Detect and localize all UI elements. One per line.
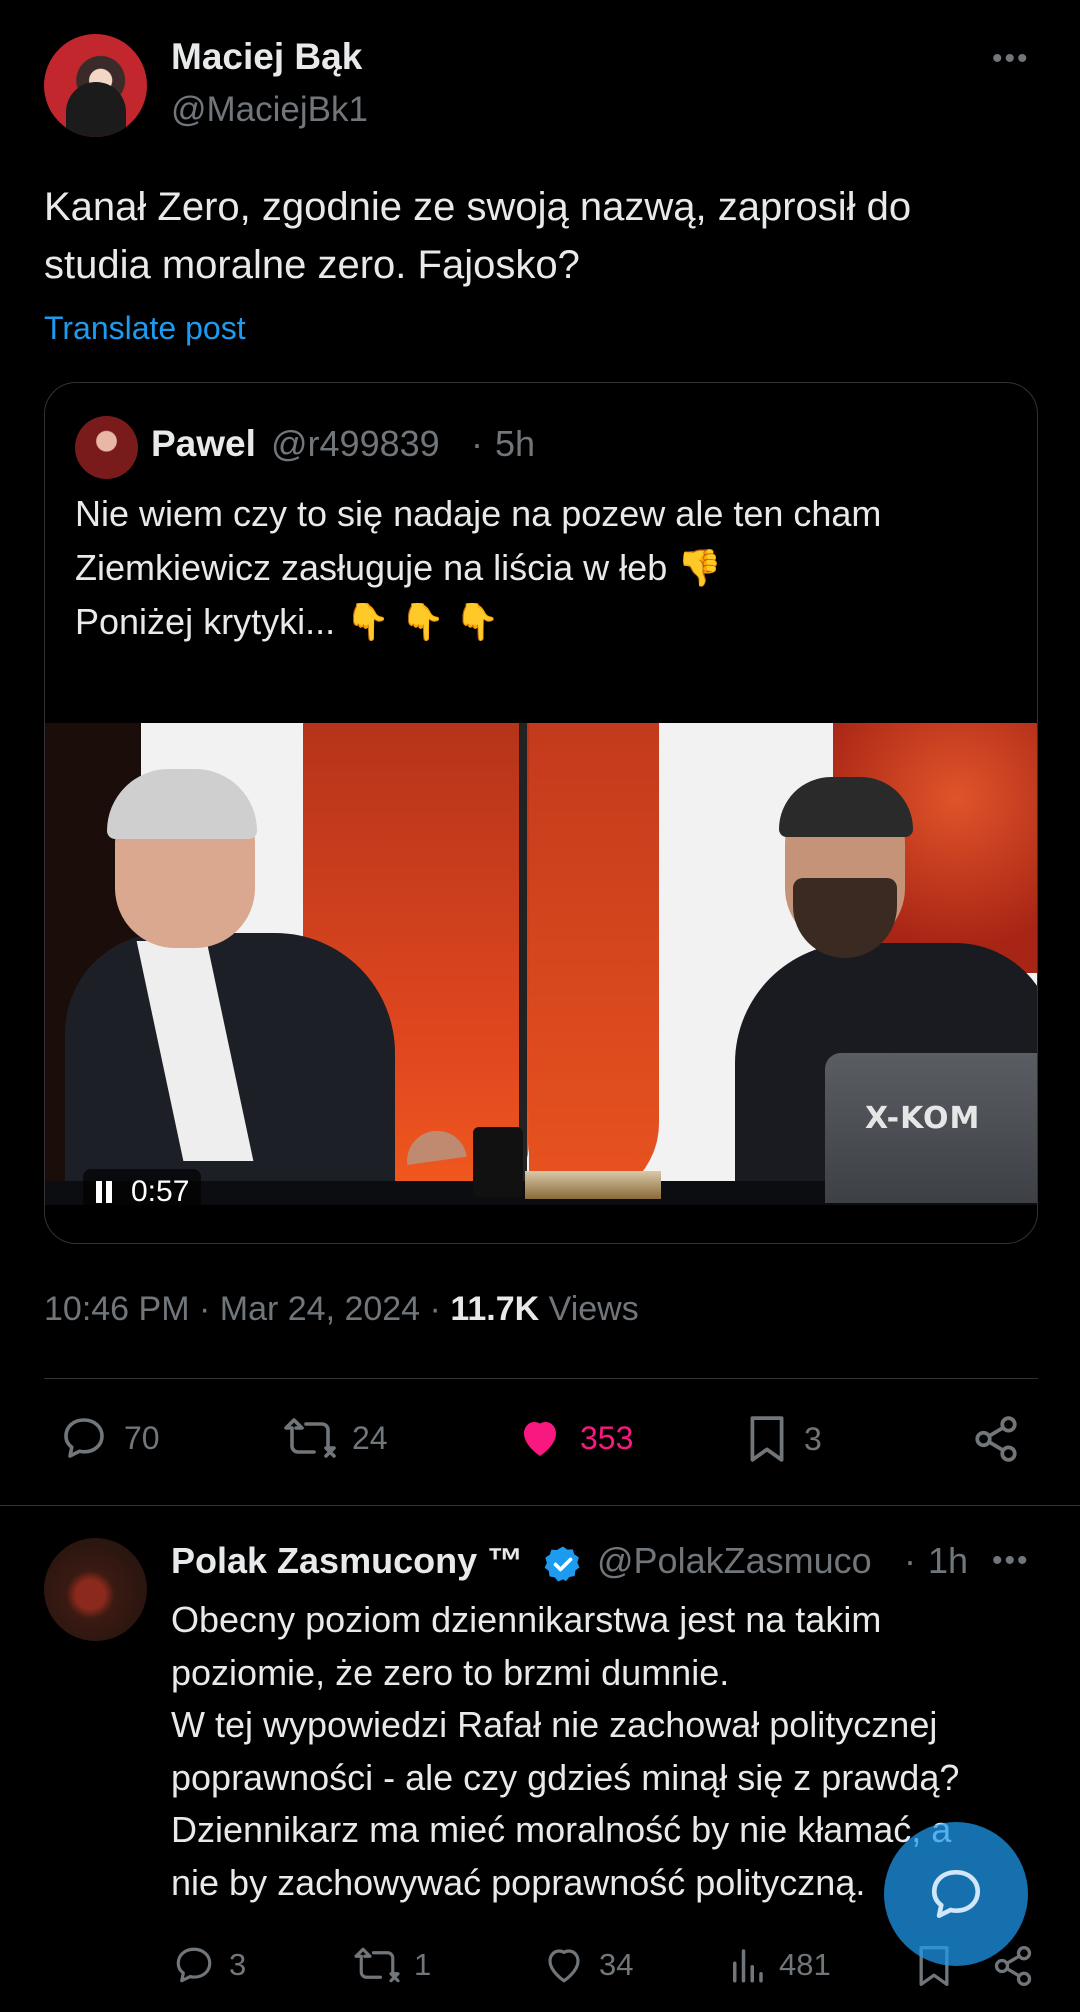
separator-dot: · [429, 1290, 441, 1328]
chat-bubble-icon [931, 1869, 981, 1919]
reply-time[interactable]: 1h [928, 1540, 968, 1582]
quote-author-avatar[interactable] [75, 416, 138, 479]
separator-dot: · [904, 1540, 916, 1581]
views-count: 11.7K [450, 1290, 540, 1328]
author-handle[interactable]: @MaciejBk1 [171, 90, 368, 130]
reply-text-line: poprawności - ale czy gdzieś minął się z… [171, 1756, 960, 1798]
compose-reply-button[interactable] [884, 1822, 1028, 1966]
repost-button[interactable]: 24 [282, 1414, 388, 1462]
separator-dot: · [471, 423, 483, 464]
video-controls[interactable]: 0:57 [83, 1169, 202, 1205]
video-person-left [65, 769, 395, 1205]
heart-filled-icon [524, 1422, 556, 1456]
quote-author-handle[interactable]: @r499839 [271, 423, 440, 465]
reply-like-button[interactable]: 34 [541, 1944, 633, 1986]
reply-author-avatar[interactable] [44, 1538, 147, 1641]
post-meta: 10:46 PM · Mar 24, 2024 · 11.7K Views [44, 1290, 639, 1329]
like-count: 353 [580, 1419, 634, 1456]
point-down-emoji: 👇 [454, 601, 500, 642]
quote-text: Nie wiem czy to się nadaje na pozew ale … [75, 487, 1005, 649]
verified-badge-icon [544, 1546, 580, 1582]
heart-icon [548, 1949, 580, 1983]
analytics-icon [733, 1949, 763, 1983]
reply-repost-count: 1 [414, 1947, 432, 1982]
author-avatar[interactable] [44, 34, 147, 137]
quote-text-line: Nie wiem czy to się nadaje na pozew ale … [75, 493, 882, 534]
translate-post-link[interactable]: Translate post [44, 310, 246, 347]
reply-text-line: W tej wypowiedzi Rafał nie zachował poli… [171, 1704, 938, 1746]
reply-views-count: 481 [779, 1947, 831, 1982]
pause-icon[interactable] [95, 1181, 113, 1203]
reply-button[interactable]: 70 [58, 1414, 160, 1462]
thumbs-down-emoji: 👎 [677, 547, 723, 588]
bookmark-icon [750, 1416, 784, 1462]
bookmark-count: 3 [804, 1420, 822, 1457]
like-button[interactable]: 353 [514, 1414, 633, 1462]
repost-icon [354, 1947, 400, 1983]
video-mug [473, 1127, 523, 1197]
more-horizontal-icon[interactable]: ••• [992, 42, 1030, 76]
quoted-post[interactable]: Pawel @r499839 · 5h Nie wiem czy to się … [44, 382, 1038, 1244]
reply-text-line: Obecny poziom dziennikarstwa jest na tak… [171, 1599, 882, 1640]
reply-reply-button[interactable]: 3 [171, 1944, 246, 1986]
post-timestamp[interactable]: 10:46 PM · Mar 24, 2024 [44, 1290, 420, 1328]
reply-icon [176, 1947, 212, 1983]
laptop-logo: X-KOM [865, 1101, 981, 1136]
quote-text-line: Ziemkiewicz zasługuje na liścia w łeb 👎 [75, 541, 1005, 595]
video-player[interactable]: X-KOM 0:57 [45, 723, 1037, 1205]
share-button[interactable] [970, 1414, 1022, 1464]
reply-author-name[interactable]: Polak Zasmucony ™ [171, 1540, 523, 1582]
post-text: Kanał Zero, zgodnie ze swoją nazwą, zapr… [44, 178, 1034, 294]
quote-text-line: Poniżej krytyki... 👇 👇 👇 [75, 595, 1005, 649]
post-text-line: studia moralne zero. Fajosko? [44, 243, 580, 287]
quote-time[interactable]: 5h [495, 423, 535, 465]
repost-icon [284, 1418, 336, 1458]
reply-count: 70 [124, 1419, 160, 1456]
quote-author-name[interactable]: Pawel [151, 423, 256, 465]
video-duration: 0:57 [131, 1175, 190, 1205]
author-name[interactable]: Maciej Bąk [171, 36, 362, 78]
reply-icon [64, 1418, 104, 1458]
reply-like-count: 34 [599, 1947, 634, 1982]
bookmark-button[interactable]: 3 [744, 1414, 822, 1464]
reply-views-button[interactable]: 481 [727, 1944, 831, 1986]
divider [44, 1378, 1038, 1379]
point-down-emoji: 👇 [399, 601, 445, 642]
more-horizontal-icon[interactable]: ••• [992, 1544, 1030, 1578]
reply-text-line: poziomie, że zero to brzmi dumnie. [171, 1651, 730, 1693]
repost-count: 24 [352, 1419, 388, 1456]
video-backdrop [529, 723, 659, 1203]
reply-author-handle[interactable]: @PolakZasmuco [597, 1540, 897, 1582]
video-laptop: X-KOM [825, 1053, 1037, 1203]
post-text-line: Kanał Zero, zgodnie ze swoją nazwą, zapr… [44, 185, 912, 229]
post-actions-bar: 70 24 353 3 [0, 1414, 1080, 1474]
video-books [525, 1171, 661, 1199]
views-label: Views [548, 1290, 639, 1328]
reply-reply-count: 3 [229, 1947, 247, 1982]
share-icon [975, 1416, 1017, 1462]
point-down-emoji: 👇 [345, 601, 390, 642]
reply-repost-button[interactable]: 1 [352, 1944, 431, 1986]
